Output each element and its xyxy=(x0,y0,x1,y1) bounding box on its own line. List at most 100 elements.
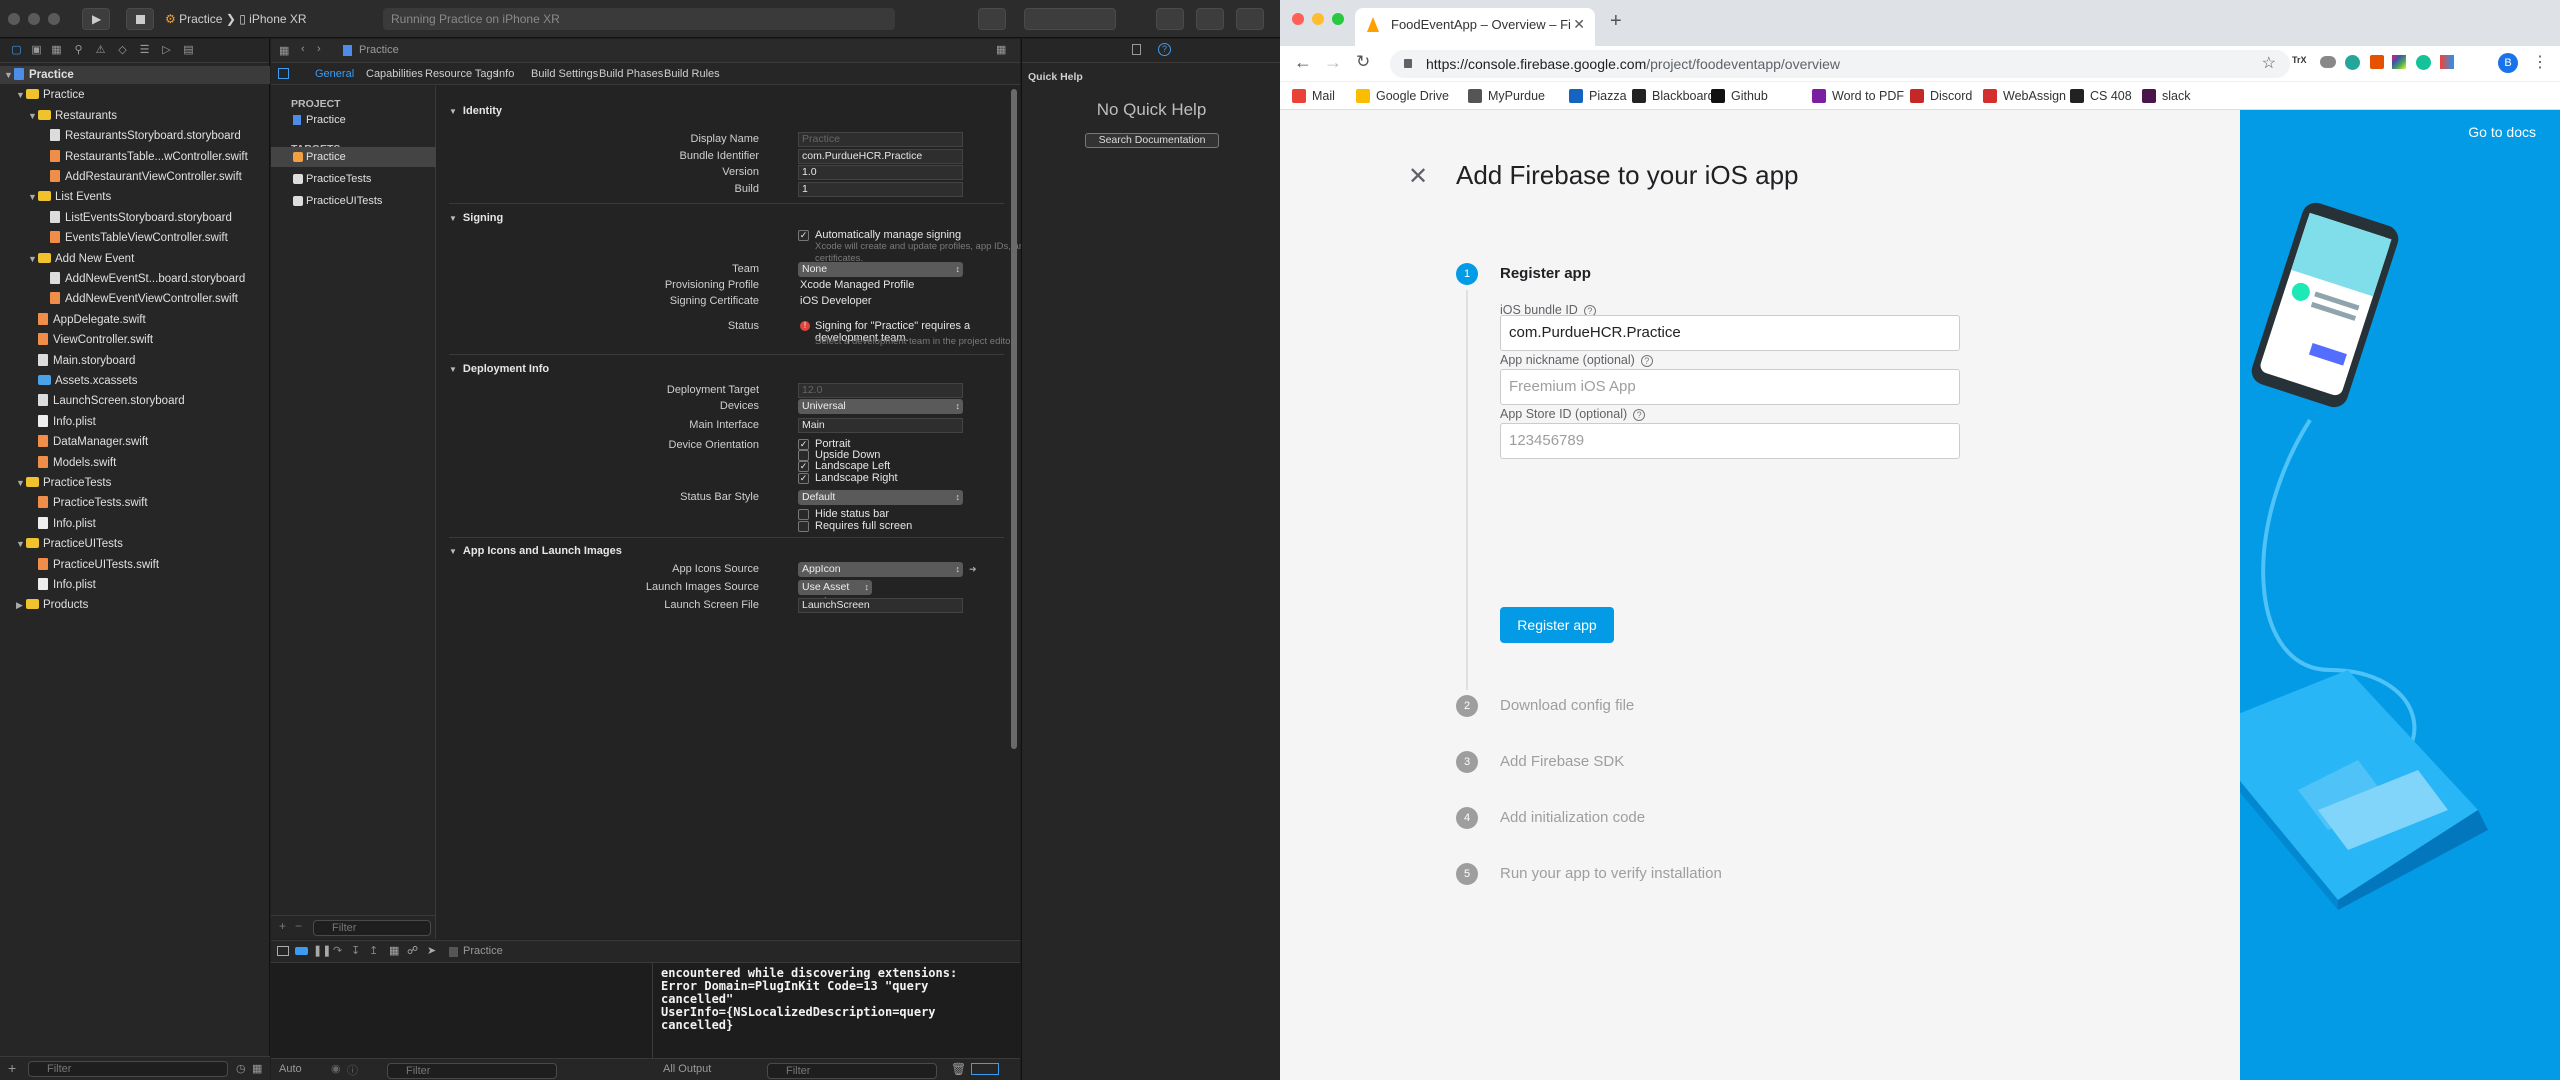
extension-icon[interactable]: TrX xyxy=(2292,55,2307,69)
disclosure-triangle-icon[interactable]: ▼ xyxy=(28,188,38,206)
tab-build-settings[interactable]: Build Settings xyxy=(531,63,598,85)
tree-item[interactable]: ▼ Practice xyxy=(0,66,270,84)
star-icon[interactable]: ☆ xyxy=(2262,50,2276,78)
tree-item[interactable]: ▼ Add New Event xyxy=(0,250,270,268)
minimize-window-button[interactable] xyxy=(1312,13,1324,25)
tree-item[interactable]: ▼ Restaurants xyxy=(0,107,270,125)
file-inspector-icon[interactable] xyxy=(1132,44,1141,55)
deployment-section-title[interactable]: Deployment Info xyxy=(449,363,549,375)
tree-item[interactable]: EventsTableViewController.swift xyxy=(0,229,270,247)
hide-debug-icon[interactable] xyxy=(277,946,289,956)
launch-screen-combo[interactable]: LaunchScreen xyxy=(798,598,963,613)
stop-button[interactable] xyxy=(126,8,154,30)
tree-item[interactable]: ListEventsStoryboard.storyboard xyxy=(0,209,270,227)
tree-item[interactable]: Info.plist xyxy=(0,413,270,431)
bookmark-webassign[interactable]: WebAssign xyxy=(1983,82,2066,110)
source-control-icon[interactable]: ▣ xyxy=(30,44,43,57)
disclosure-triangle-icon[interactable]: ▼ xyxy=(16,535,26,553)
step-over-icon[interactable]: ↷ xyxy=(333,944,342,957)
tree-item[interactable]: Models.swift xyxy=(0,454,270,472)
tree-item[interactable]: AddNewEventSt...board.storyboard xyxy=(0,270,270,288)
trash-icon[interactable]: 🗑 xyxy=(951,1062,966,1076)
breakpoints-icon[interactable] xyxy=(295,947,308,955)
bookmark-github[interactable]: Github xyxy=(1711,82,1768,110)
tree-item[interactable]: ▼ PracticeUITests xyxy=(0,535,270,553)
address-bar[interactable]: https://console.firebase.google.com/proj… xyxy=(1390,50,2290,78)
forward-icon[interactable]: → xyxy=(1324,52,1342,73)
register-app-button[interactable]: Register app xyxy=(1500,607,1614,643)
pause-icon[interactable]: ❚❚ xyxy=(313,944,331,957)
bookmark-mypurdue[interactable]: MyPurdue xyxy=(1468,82,1545,110)
folder-icon[interactable]: ▢ xyxy=(10,44,23,57)
breakpoint-icon[interactable]: ▷ xyxy=(160,44,173,57)
debug-icon[interactable]: ☰ xyxy=(138,44,151,57)
grammarly-extension-icon[interactable] xyxy=(2416,55,2431,70)
toggle-debug-button[interactable] xyxy=(1196,8,1224,30)
targets-filter-input[interactable]: Filter xyxy=(313,920,431,936)
identity-section-title[interactable]: Identity xyxy=(449,105,502,117)
scheme-selector[interactable]: ⚙ Practice ❯ ▯ iPhone XR xyxy=(165,8,335,30)
tree-item[interactable]: AddNewEventViewController.swift xyxy=(0,290,270,308)
quick-help-icon[interactable]: ? xyxy=(1158,43,1171,56)
app-store-id-input[interactable]: 123456789 xyxy=(1500,423,1960,459)
palette-extension-icon[interactable] xyxy=(2440,55,2454,69)
tab-build-phases[interactable]: Build Phases xyxy=(599,63,663,85)
symbol-icon[interactable]: ▦ xyxy=(50,44,63,57)
location-icon[interactable]: ➤ xyxy=(427,944,436,957)
test-icon[interactable]: ◇ xyxy=(116,44,129,57)
tree-item[interactable]: ▼ List Events xyxy=(0,188,270,206)
new-tab-icon[interactable]: + xyxy=(1610,10,1622,33)
version-field[interactable]: 1.0 xyxy=(798,165,963,180)
team-popup[interactable]: None xyxy=(798,262,963,277)
browser-tab[interactable]: FoodEventApp – Overview – Fi ✕ xyxy=(1355,8,1595,46)
tree-item[interactable]: PracticeTests.swift xyxy=(0,494,270,512)
disclosure-triangle-icon[interactable]: ▶ xyxy=(16,596,26,614)
tree-item[interactable]: ViewController.swift xyxy=(0,331,270,349)
display-name-field[interactable]: Practice xyxy=(798,132,963,147)
report-icon[interactable]: ▤ xyxy=(182,44,195,57)
app-icons-source-popup[interactable]: AppIcon xyxy=(798,562,963,577)
toggle-navigator-button[interactable] xyxy=(1156,8,1184,30)
disclosure-triangle-icon[interactable]: ▼ xyxy=(16,474,26,492)
bundle-id-input[interactable]: com.PurdueHCR.Practice xyxy=(1500,315,1960,351)
console-filter-input[interactable]: Filter xyxy=(767,1063,937,1079)
orientation-checkbox[interactable] xyxy=(798,450,809,462)
tree-item[interactable]: Main.storyboard xyxy=(0,352,270,370)
bookmark-cs-408[interactable]: CS 408 xyxy=(2070,82,2132,110)
back-icon[interactable]: ← xyxy=(1294,52,1312,73)
targets-toggle-icon[interactable] xyxy=(278,68,289,79)
filter-options-icon[interactable]: ▦ xyxy=(252,1062,262,1075)
arrow-circle-icon[interactable]: ➜ xyxy=(969,564,977,575)
tree-item[interactable]: PracticeUITests.swift xyxy=(0,556,270,574)
close-tab-icon[interactable]: ✕ xyxy=(1573,8,1585,41)
zoom-window-button[interactable] xyxy=(1332,13,1344,25)
tree-item[interactable]: RestaurantsTable...wController.swift xyxy=(0,148,270,166)
memory-graph-icon[interactable]: ☍ xyxy=(407,944,418,957)
bookmark-word-to-pdf[interactable]: Word to PDF xyxy=(1812,82,1904,110)
tools-extension-icon[interactable] xyxy=(2370,55,2384,69)
status-bar-style-popup[interactable]: Default xyxy=(798,490,963,505)
hide-status-bar-checkbox[interactable] xyxy=(798,509,809,520)
add-icon[interactable]: + xyxy=(8,1060,16,1076)
jump-bar-crumb[interactable]: Practice xyxy=(359,44,399,56)
devices-popup[interactable]: Universal xyxy=(798,399,963,414)
disclosure-triangle-icon[interactable]: ▼ xyxy=(4,66,14,84)
close-window-button[interactable] xyxy=(8,13,20,25)
menu-icon[interactable]: ⋮ xyxy=(2532,52,2548,72)
back-icon[interactable]: ‹ xyxy=(301,43,305,55)
auto-selector[interactable]: Auto xyxy=(279,1063,302,1075)
editor-mode-segment[interactable] xyxy=(1024,8,1116,30)
tree-item[interactable]: AddRestaurantViewController.swift xyxy=(0,168,270,186)
cloud-extension-icon[interactable] xyxy=(2320,56,2336,68)
tree-item[interactable]: ▶ Products xyxy=(0,596,270,614)
requires-full-screen-checkbox[interactable] xyxy=(798,521,809,532)
navigator-filter-input[interactable]: Filter xyxy=(28,1061,228,1077)
find-icon[interactable]: ⚲ xyxy=(72,44,85,57)
library-button[interactable] xyxy=(978,8,1006,30)
tree-item[interactable]: ▼ Practice xyxy=(0,86,270,104)
tree-item[interactable]: DataManager.swift xyxy=(0,433,270,451)
tab-build-rules[interactable]: Build Rules xyxy=(664,63,720,85)
search-documentation-button[interactable]: Search Documentation xyxy=(1085,133,1219,148)
toggle-inspector-button[interactable] xyxy=(1236,8,1264,30)
add-editor-icon[interactable]: ▦ xyxy=(996,43,1006,56)
